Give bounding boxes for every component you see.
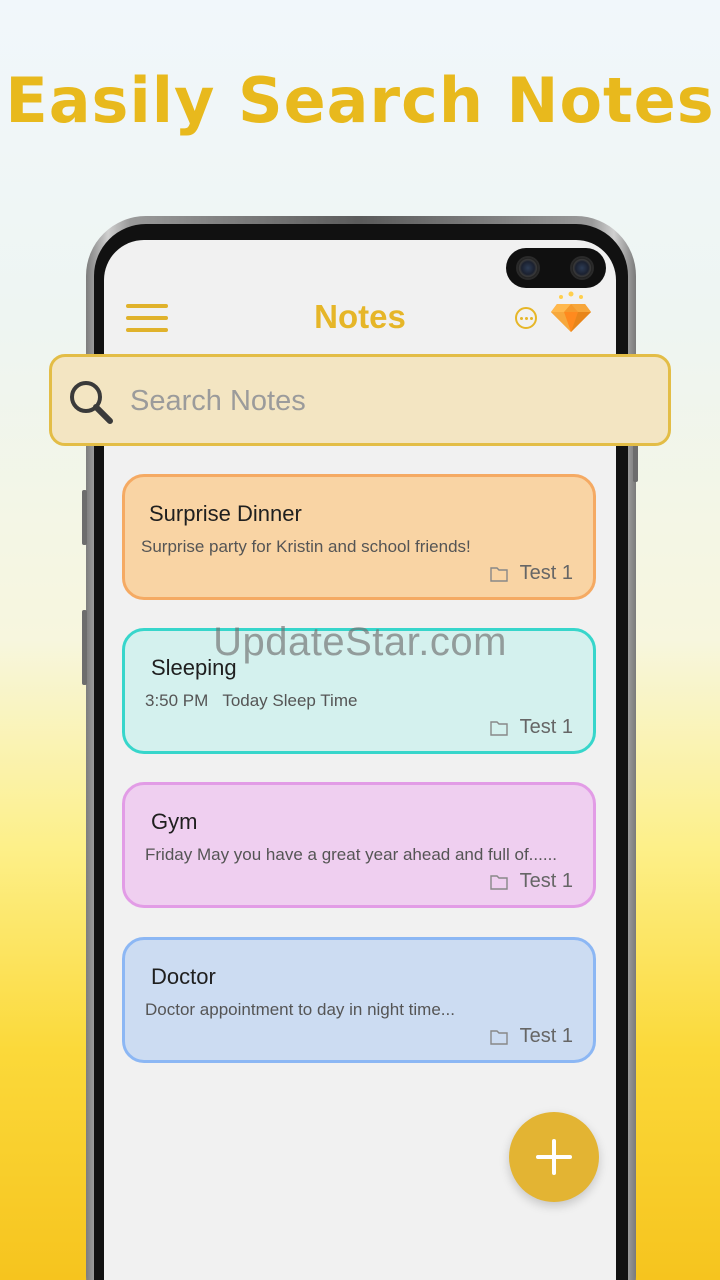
- camera-lens-icon: [570, 256, 594, 280]
- note-folder: Test 1: [489, 562, 573, 585]
- folder-icon: [489, 1029, 508, 1045]
- add-note-button[interactable]: [509, 1112, 599, 1202]
- note-body: Doctor appointment to day in night time.…: [145, 1000, 455, 1019]
- folder-icon: [489, 874, 508, 890]
- menu-icon[interactable]: [126, 304, 168, 332]
- search-bar[interactable]: Search Notes: [49, 354, 671, 446]
- note-time: 3:50 PM: [145, 691, 209, 710]
- note-body: Friday May you have a great year ahead a…: [145, 845, 558, 864]
- phone-side-button: [82, 490, 87, 545]
- plus-icon: [536, 1139, 572, 1175]
- folder-label: Test 1: [519, 716, 573, 738]
- folder-label: Test 1: [519, 562, 573, 584]
- folder-label: Test 1: [519, 870, 573, 892]
- note-preview: 3:50 PM Today Sleep Time: [145, 691, 357, 711]
- note-folder: Test 1: [489, 870, 573, 893]
- note-title: Surprise Dinner: [149, 501, 302, 526]
- gem-icon[interactable]: [549, 290, 593, 334]
- search-icon[interactable]: [66, 377, 116, 427]
- app-title: Notes: [314, 298, 406, 335]
- note-card[interactable]: Surprise Dinner Surprise party for Krist…: [122, 474, 596, 600]
- folder-icon: [489, 566, 508, 582]
- note-body: Surprise party for Kristin and school fr…: [141, 537, 471, 556]
- note-preview: Doctor appointment to day in night time.…: [145, 1000, 455, 1020]
- camera-cutout: [506, 248, 606, 288]
- folder-label: Test 1: [519, 1025, 573, 1047]
- more-icon[interactable]: [515, 307, 537, 329]
- note-preview: Surprise party for Kristin and school fr…: [141, 537, 471, 557]
- headline: Easily Search Notes: [5, 64, 715, 137]
- note-folder: Test 1: [489, 716, 573, 739]
- note-preview: Friday May you have a great year ahead a…: [145, 845, 557, 865]
- search-input[interactable]: Search Notes: [130, 385, 306, 418]
- note-card[interactable]: Doctor Doctor appointment to day in nigh…: [122, 937, 596, 1063]
- note-folder: Test 1: [489, 1025, 573, 1048]
- camera-lens-icon: [516, 256, 540, 280]
- note-title: Gym: [151, 809, 198, 834]
- watermark: UpdateStar.com: [213, 620, 507, 664]
- phone-side-button: [633, 440, 638, 482]
- note-body: Today Sleep Time: [222, 691, 358, 710]
- note-card[interactable]: Gym Friday May you have a great year ahe…: [122, 782, 596, 908]
- folder-icon: [489, 720, 508, 736]
- note-title: Doctor: [151, 964, 216, 989]
